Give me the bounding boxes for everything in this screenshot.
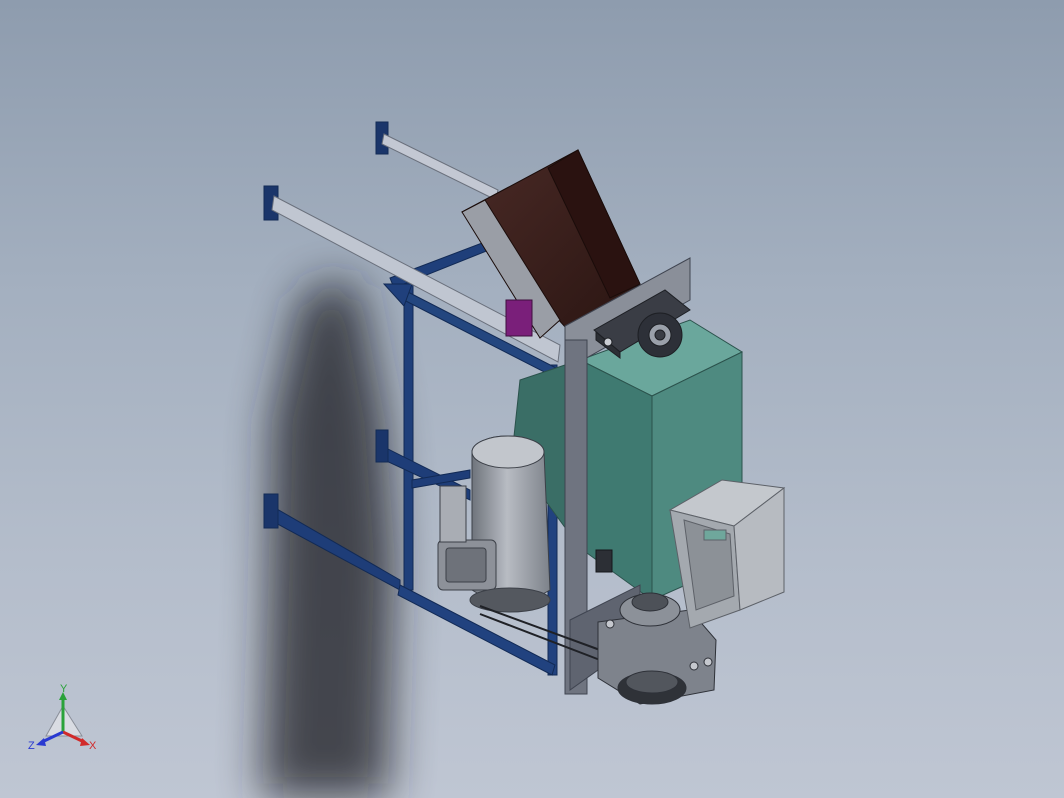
triad-x-label: X — [89, 740, 97, 752]
triad-y-label: Y — [60, 683, 68, 695]
chute[interactable] — [668, 479, 786, 629]
housing-bracket — [595, 549, 613, 573]
mount-bracket[interactable] — [505, 299, 533, 337]
graphics-viewport[interactable]: Y X Z — [0, 0, 1064, 798]
electric-motor[interactable] — [437, 435, 551, 613]
model-view[interactable] — [0, 0, 1064, 798]
view-orientation-triad[interactable]: Y X Z — [26, 684, 106, 756]
triad-z-label: Z — [28, 740, 35, 752]
